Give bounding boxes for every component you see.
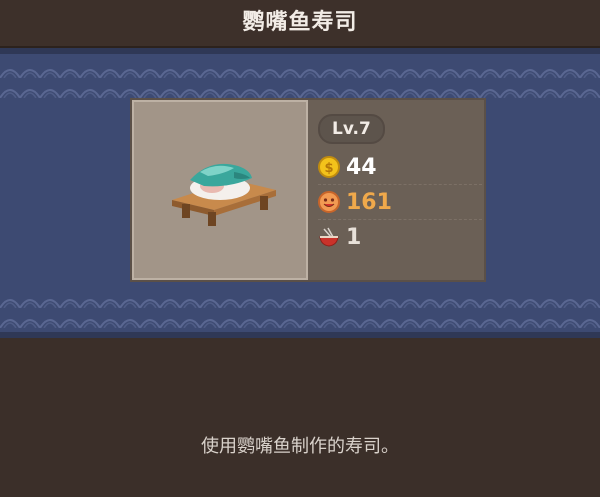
item-card: Lv.7 $ 44 161 1 xyxy=(130,98,486,282)
coin-icon: $ xyxy=(318,156,340,178)
title-bar: 鹦嘴鱼寿司 xyxy=(0,0,600,48)
item-stats: Lv.7 $ 44 161 1 xyxy=(318,114,482,254)
popularity-row: 161 xyxy=(318,185,482,220)
wave-pattern-top xyxy=(0,58,600,98)
banner-bottom-border xyxy=(0,332,600,338)
bowl-icon xyxy=(319,227,339,247)
item-image-tile[interactable] xyxy=(132,100,308,280)
page-title: 鹦嘴鱼寿司 xyxy=(242,10,358,35)
popularity-value: 161 xyxy=(346,189,392,215)
svg-text:$: $ xyxy=(324,161,333,176)
price-row: $ 44 xyxy=(318,150,482,185)
price-value: 44 xyxy=(346,154,377,180)
banner-top-border xyxy=(0,48,600,54)
smiley-face-icon xyxy=(318,191,340,213)
wave-pattern-bottom xyxy=(0,288,600,328)
item-description: 使用鹦嘴鱼制作的寿司。 xyxy=(201,436,399,457)
bowl-row: 1 xyxy=(318,220,482,254)
level-badge: Lv.7 xyxy=(318,114,385,144)
sushi-icon xyxy=(172,163,276,226)
bowl-value: 1 xyxy=(346,224,362,250)
